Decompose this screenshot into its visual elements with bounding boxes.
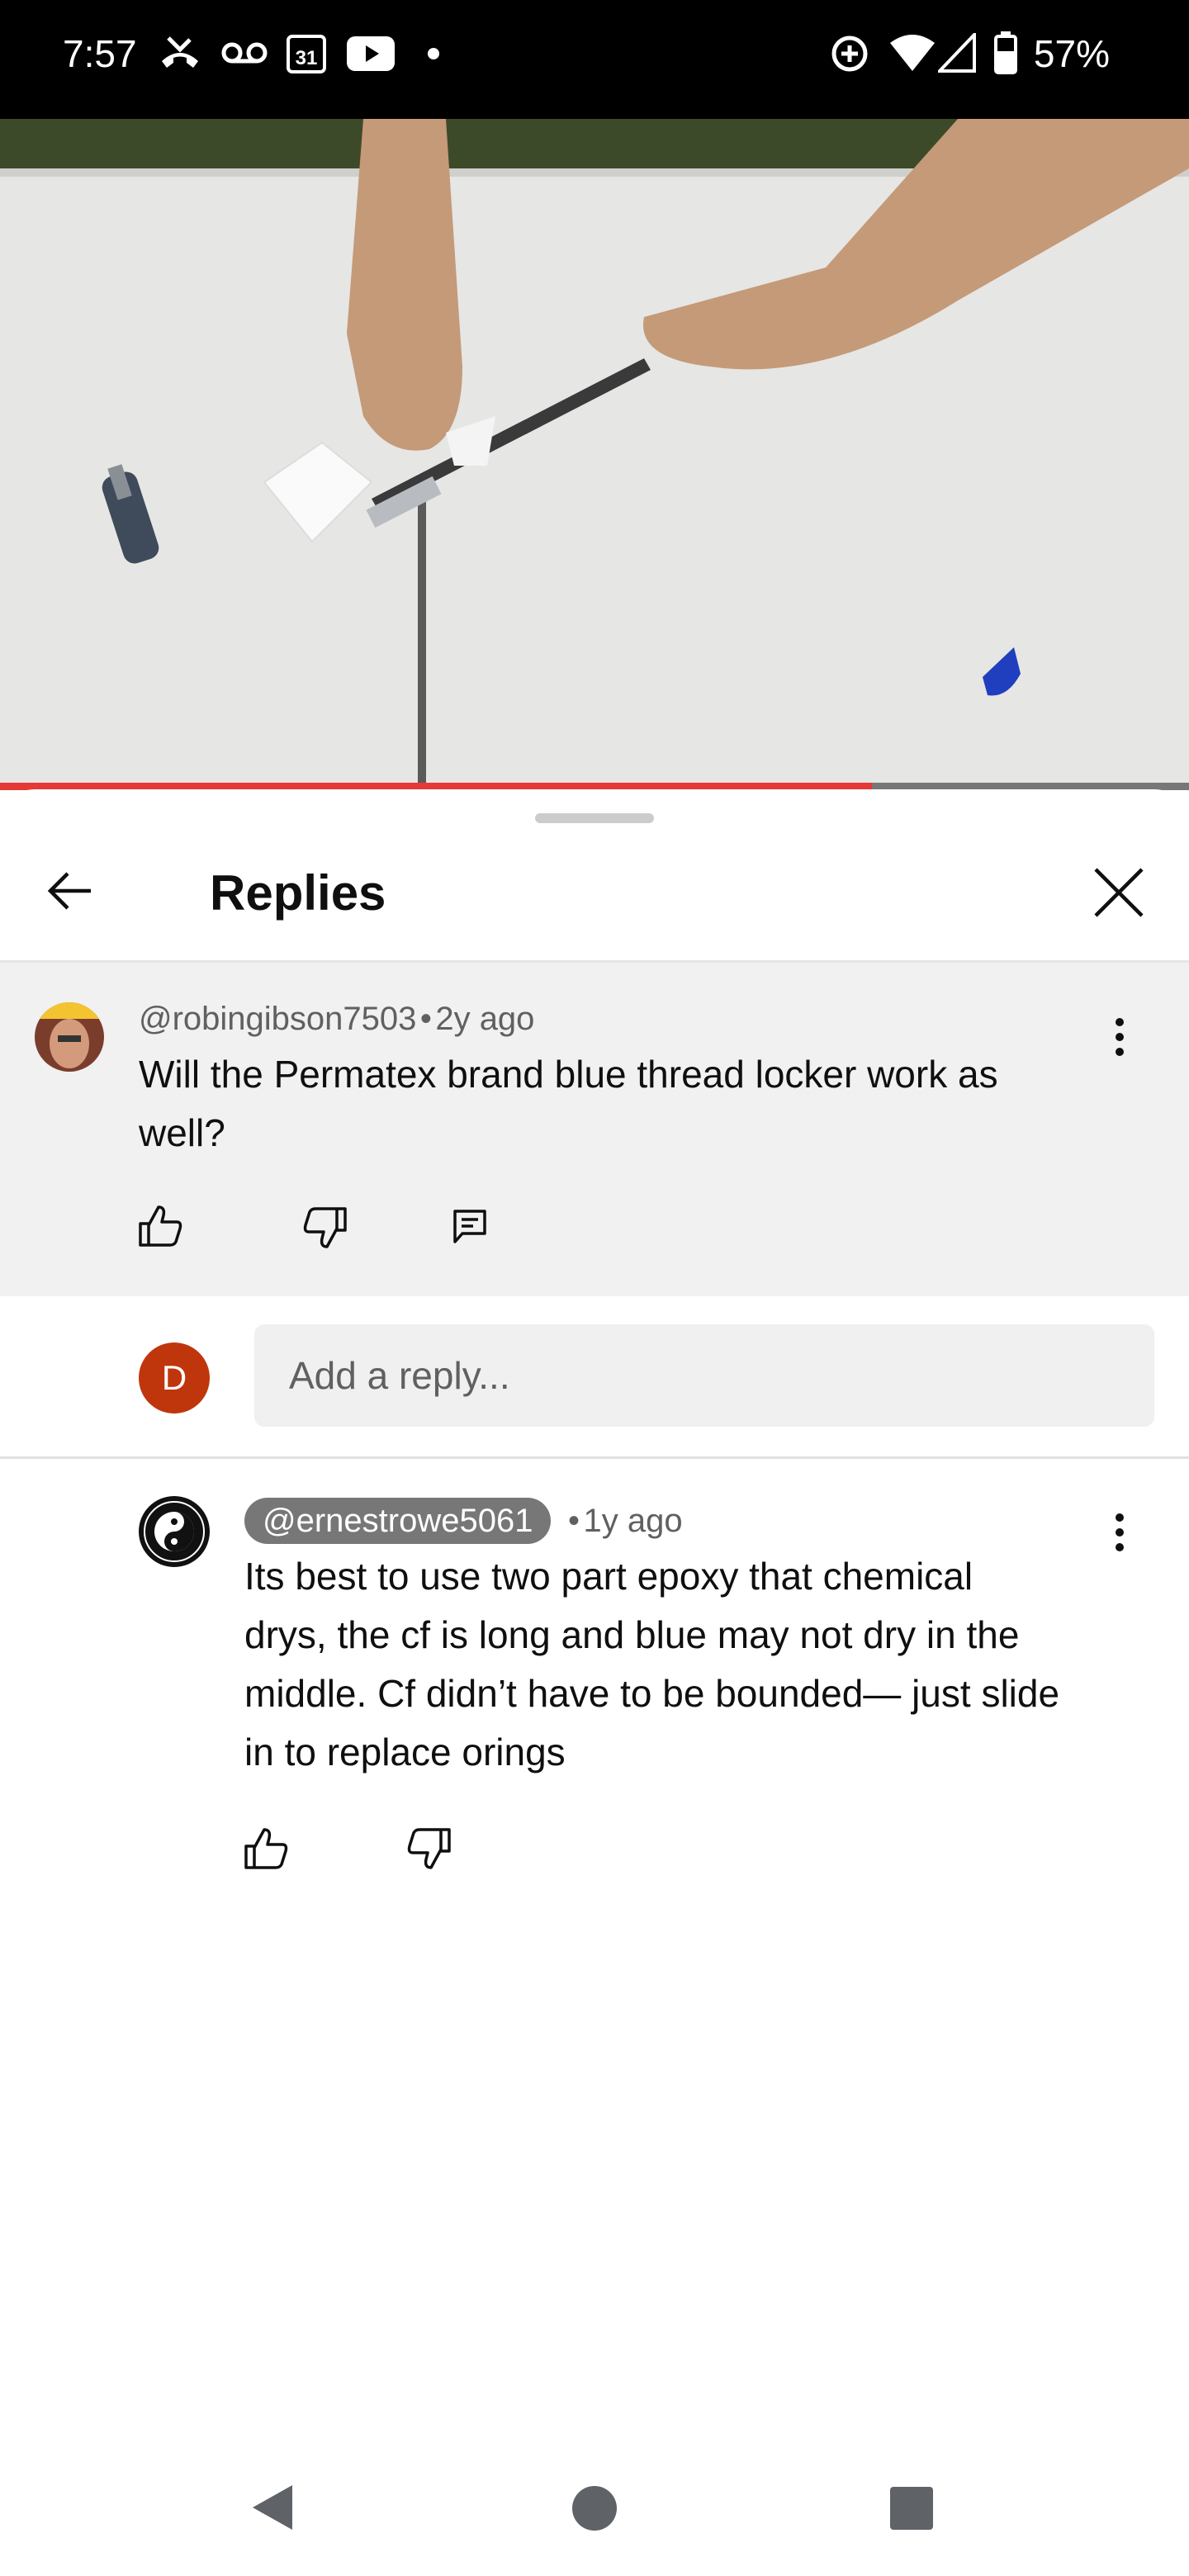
status-bar: 7:57 31 57% — [0, 0, 1189, 119]
square-recents-icon — [890, 2487, 933, 2530]
video-player[interactable] — [0, 119, 1189, 789]
data-saver-icon — [829, 33, 870, 74]
parent-text-line: Will the Permatex brand blue thread lock… — [139, 1053, 998, 1096]
parent-author[interactable]: @robingibson7503 — [139, 1001, 416, 1037]
parent-text: Will the Permatex brand blue thread lock… — [139, 1045, 1097, 1163]
parent-time: 2y ago — [435, 1001, 535, 1037]
comment-icon — [453, 1210, 486, 1243]
thumbs-down-icon — [303, 1207, 347, 1248]
sheet-drag-handle[interactable] — [535, 813, 654, 823]
user-avatar: D — [139, 1342, 210, 1413]
reply-text-line: drys, the cf is long and blue may not dr… — [244, 1613, 1020, 1656]
parent-more-button[interactable] — [1103, 1016, 1136, 1058]
nav-back-button[interactable] — [248, 2482, 296, 2533]
back-button[interactable] — [43, 864, 97, 918]
status-time: 7:57 — [63, 32, 137, 75]
reply-text-line: Its best to use two part epoxy that chem… — [244, 1555, 973, 1598]
youtube-icon — [347, 36, 395, 71]
system-nav-bar — [0, 2460, 1189, 2576]
reply-text: Its best to use two part epoxy that chem… — [244, 1547, 1120, 1782]
nav-recents-button[interactable] — [888, 2485, 935, 2531]
voicemail-icon — [221, 40, 268, 68]
separator-dot: • — [568, 1503, 580, 1539]
reply-meta: • 1y ago — [568, 1498, 683, 1544]
battery-icon — [994, 31, 1017, 74]
thumbs-up-icon — [139, 1205, 182, 1247]
video-frame — [0, 119, 1189, 789]
nav-home-button[interactable] — [571, 2485, 618, 2531]
missed-call-icon — [157, 33, 203, 73]
calendar-icon: 31 — [286, 31, 327, 74]
parent-meta: @robingibson7503 • 2y ago — [139, 996, 534, 1042]
reply-time: 1y ago — [583, 1503, 683, 1539]
reply-author-chip[interactable]: @ernestrowe5061 — [244, 1498, 552, 1544]
wifi-icon — [890, 33, 935, 73]
reply-dislike-button[interactable] — [406, 1826, 452, 1871]
triangle-back-icon — [253, 2485, 292, 2530]
separator-dot: • — [419, 1001, 432, 1037]
parent-dislike-button[interactable] — [302, 1205, 348, 1250]
parent-reply-button[interactable] — [452, 1209, 487, 1245]
reply-like-button[interactable] — [243, 1826, 289, 1871]
parent-text-line: well? — [139, 1111, 225, 1154]
more-vert-icon — [1116, 1018, 1124, 1056]
parent-like-button[interactable] — [137, 1204, 183, 1248]
parent-avatar[interactable] — [35, 1002, 104, 1072]
close-button[interactable] — [1092, 865, 1146, 920]
input-divider — [0, 1456, 1189, 1459]
signal-icon — [938, 33, 976, 73]
circle-home-icon — [572, 2486, 617, 2531]
thumbs-up-icon — [244, 1828, 288, 1869]
sheet-title: Replies — [210, 865, 386, 921]
reply-text-line: middle. Cf didn’t have to be bounded— ju… — [244, 1672, 1060, 1715]
battery-percent: 57% — [1033, 32, 1110, 75]
calendar-day: 31 — [296, 47, 318, 69]
reply-avatar[interactable] — [139, 1496, 210, 1567]
thumbs-down-icon — [407, 1828, 451, 1869]
add-reply-input[interactable] — [254, 1324, 1154, 1427]
arrow-left-icon — [47, 872, 91, 910]
close-icon — [1094, 868, 1144, 917]
dot-icon — [428, 48, 439, 59]
reply-text-line: in to replace orings — [244, 1731, 566, 1773]
